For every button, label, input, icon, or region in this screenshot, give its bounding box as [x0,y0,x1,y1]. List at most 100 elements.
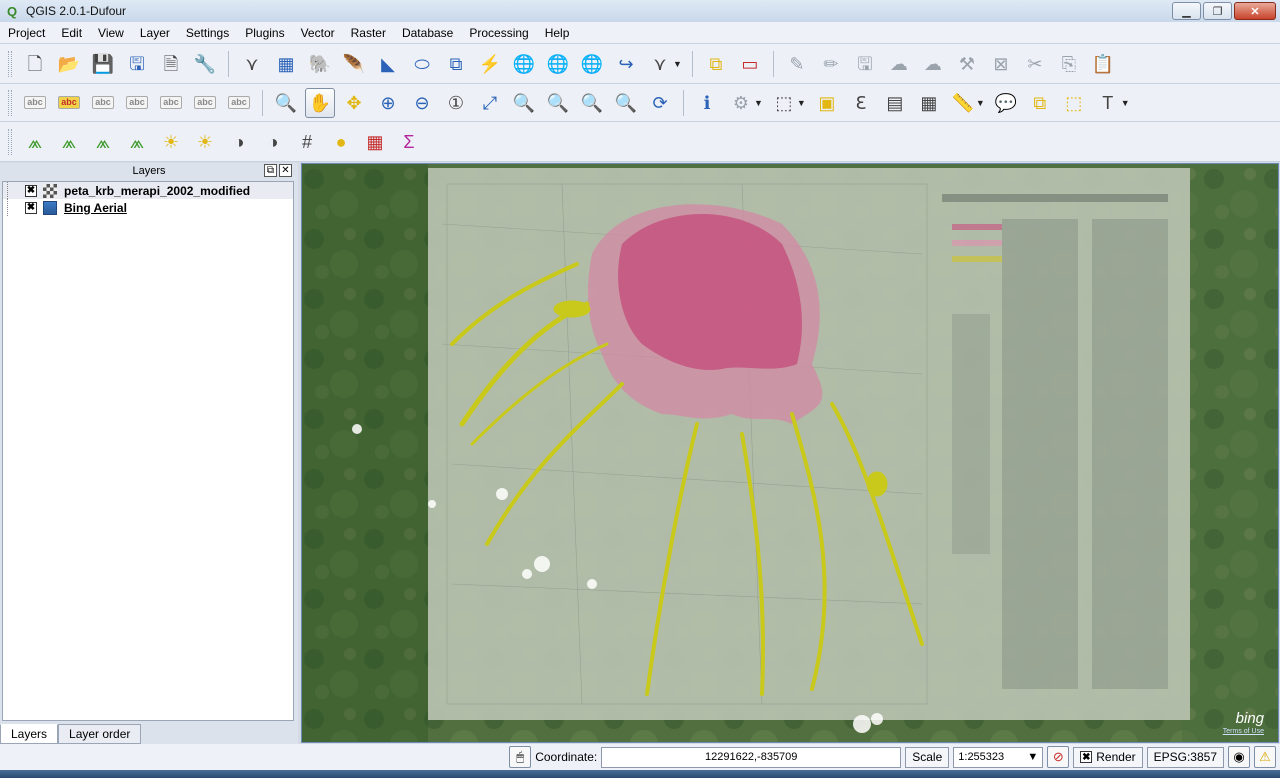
add-postgis-layer-icon[interactable]: 🐘 [305,49,335,79]
menu-processing[interactable]: Processing [461,22,536,44]
attribute-table-icon[interactable]: ▤ [880,88,910,118]
toggle-extents-icon[interactable]: 🖱 [509,746,532,768]
add-ring-icon[interactable]: ☁ [884,49,914,79]
zoom-full-icon[interactable]: ⤢ [475,88,505,118]
menu-project[interactable]: Project [0,22,53,44]
layer-visibility-checkbox[interactable]: ✖ [25,184,37,197]
menu-help[interactable]: Help [537,22,578,44]
new-print-composer-icon[interactable]: 🗎 [156,49,186,79]
map-tips-icon[interactable]: 💬 [991,88,1021,118]
menu-layer[interactable]: Layer [132,22,178,44]
show-hide-labels-icon[interactable]: abc [122,88,152,118]
transparency-icon[interactable]: ● [326,127,356,157]
zonal-statistics-icon[interactable]: Σ [394,127,424,157]
rotate-label-icon[interactable]: abc [190,88,220,118]
menu-plugins[interactable]: Plugins [237,22,292,44]
add-spatialite-layer-icon[interactable]: 🪶 [339,49,369,79]
run-action-icon[interactable]: ⚙ [726,88,756,118]
move-feature-icon[interactable]: ☁ [918,49,948,79]
bing-attribution[interactable]: bing Terms of Use [1223,711,1264,738]
new-spatialite-icon[interactable]: ⋎ [645,49,675,79]
measure-line-icon[interactable]: 📏 [948,88,978,118]
statistics-icon[interactable]: ▦ [914,88,944,118]
toolbar-grip[interactable] [8,128,12,155]
cut-features-icon[interactable]: ✂ [1020,49,1050,79]
chevron-down-icon[interactable]: ▼ [797,98,806,108]
identify-icon[interactable]: ℹ [692,88,722,118]
edit-pencil-icon[interactable]: ✏ [816,49,846,79]
increase-brightness-icon[interactable]: ☀ [156,127,186,157]
deselect-all-icon[interactable]: ▣ [812,88,842,118]
remove-layer-icon[interactable]: ▭ [735,49,765,79]
chevron-down-icon[interactable]: ▼ [673,59,682,69]
zoom-in-icon[interactable]: ⊕ [373,88,403,118]
zoom-last-icon[interactable]: 🔍 [577,88,607,118]
tab-layers[interactable]: Layers [0,724,59,744]
close-window-button[interactable]: ✕ [1234,2,1276,20]
add-feature-icon[interactable]: ⧉ [701,49,731,79]
tab-layer-order[interactable]: Layer order [58,724,142,744]
save-edits-icon[interactable]: 🖫 [850,49,880,79]
toolbar-grip[interactable] [8,50,12,77]
layer-item[interactable]: ✖ peta_krb_merapi_2002_modified [3,182,293,199]
menu-edit[interactable]: Edit [53,22,90,44]
map-canvas[interactable]: bing Terms of Use [301,163,1279,743]
coordinate-grid-icon[interactable]: # [292,127,322,157]
save-as-icon[interactable]: 🖫 [122,49,152,79]
layer-labeling-icon[interactable]: abc [54,88,84,118]
chevron-down-icon[interactable]: ▼ [1121,98,1130,108]
messages-warning-icon[interactable]: ⚠ [1254,746,1276,768]
full-stretch-icon[interactable]: ⩕ [122,127,152,157]
open-project-icon[interactable]: 📂 [54,49,84,79]
pan-to-selection-icon[interactable]: ✥ [339,88,369,118]
pin-labels-icon[interactable]: abc [88,88,118,118]
paste-features-icon[interactable]: 📋 [1088,49,1118,79]
delete-selected-icon[interactable]: ⊠ [986,49,1016,79]
zoom-to-selection-icon[interactable]: 🔍 [509,88,539,118]
raster-histogram-icon[interactable]: ⩕ [20,127,50,157]
add-wfs-layer-icon[interactable]: 🌐 [509,49,539,79]
add-vector-layer-icon[interactable]: ⋎ [237,49,267,79]
minimize-button[interactable]: ▁ [1172,2,1201,20]
close-panel-icon[interactable]: ✕ [279,164,292,177]
add-raster-layer-icon[interactable]: ▦ [271,49,301,79]
select-features-icon[interactable]: ⬚ [769,88,799,118]
coordinate-field[interactable]: 12291622,-835709 [601,746,902,768]
add-delimited-text-icon[interactable]: 🌐 [543,49,573,79]
render-toggle[interactable]: ✖ Render [1073,746,1143,768]
add-wcs-layer-icon[interactable]: ⚡ [475,49,505,79]
add-wms-layer-icon[interactable]: ⧉ [441,49,471,79]
menu-view[interactable]: View [90,22,132,44]
local-histogram-icon[interactable]: ⩕ [88,127,118,157]
pan-map-icon[interactable]: ✋ [305,87,335,118]
new-shapefile-icon[interactable]: ↪ [611,49,641,79]
terms-of-use-link[interactable]: Terms of Use [1223,725,1264,738]
composer-manager-icon[interactable]: 🔧 [190,49,220,79]
touch-zoom-icon[interactable]: 🔍 [271,88,301,118]
label-tool-icon[interactable]: abc [20,88,50,118]
menu-vector[interactable]: Vector [293,22,343,44]
text-annotation-icon[interactable]: T [1093,88,1123,118]
decrease-contrast-icon[interactable]: ◑ [258,127,288,157]
render-checkbox[interactable]: ✖ [1080,751,1093,763]
menu-raster[interactable]: Raster [343,22,394,44]
menu-settings[interactable]: Settings [178,22,237,44]
move-label-icon[interactable]: abc [156,88,186,118]
chevron-down-icon[interactable]: ▼ [754,98,763,108]
refresh-icon[interactable]: ⟳ [645,88,675,118]
zoom-native-icon[interactable]: ① [441,88,471,118]
layer-item[interactable]: ✖ Bing Aerial [3,199,293,216]
decrease-brightness-icon[interactable]: ☀ [190,127,220,157]
new-bookmark-icon[interactable]: ⧉ [1025,88,1055,118]
copy-features-icon[interactable]: ⎘ [1054,49,1084,79]
add-mssql-layer-icon[interactable]: ◣ [373,49,403,79]
scale-combobox[interactable]: 1:255323 ▼ [953,746,1044,768]
maximize-button[interactable]: ❐ [1203,2,1232,20]
toggle-editing-icon[interactable]: ✎ [782,49,812,79]
crs-globe-icon[interactable]: ◉ [1228,746,1250,768]
change-label-icon[interactable]: abc [224,88,254,118]
add-gpx-layer-icon[interactable]: 🌐 [577,49,607,79]
zoom-next-icon[interactable]: 🔍 [611,88,641,118]
new-project-icon[interactable]: 🗋 [20,49,50,79]
stop-rendering-icon[interactable]: ⊘ [1047,746,1070,768]
